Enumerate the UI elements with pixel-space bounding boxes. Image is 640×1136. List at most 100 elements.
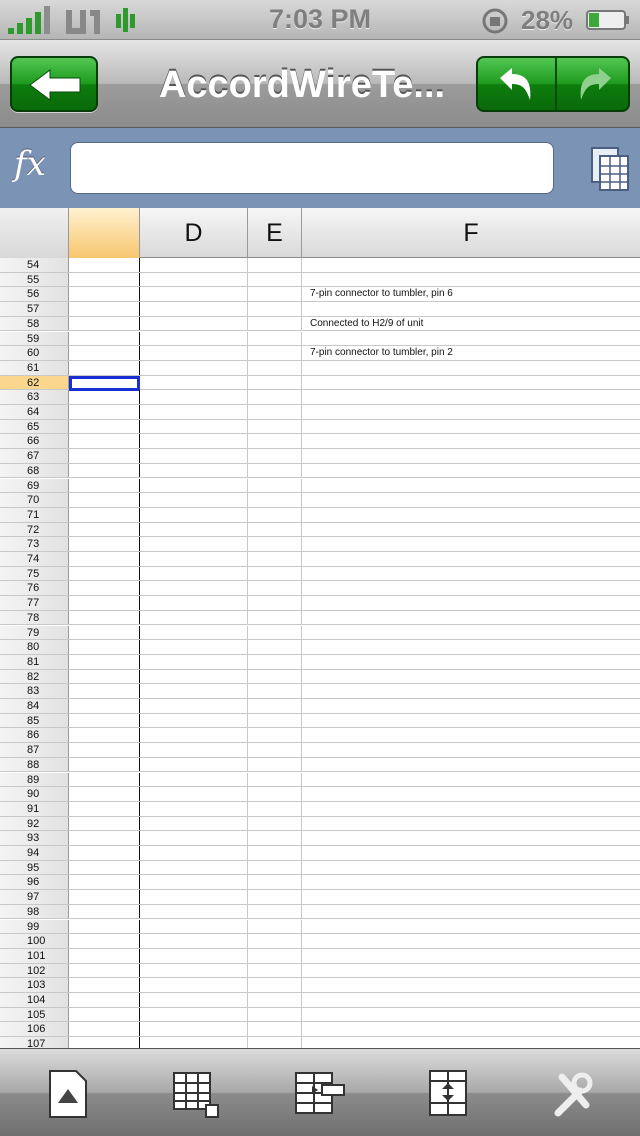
cell-f[interactable]: [302, 655, 640, 669]
cell-d[interactable]: [140, 787, 248, 801]
row-header[interactable]: 57: [0, 302, 69, 316]
cell-f[interactable]: [302, 993, 640, 1007]
cell-f[interactable]: [302, 537, 640, 551]
cell-c[interactable]: [69, 522, 140, 537]
cell-c[interactable]: [69, 405, 140, 419]
cell-f[interactable]: [302, 581, 640, 595]
cell-f[interactable]: [302, 684, 640, 698]
cell-d[interactable]: [140, 272, 248, 287]
cell-e[interactable]: [248, 346, 302, 360]
cell-f[interactable]: [302, 567, 640, 581]
cell-e[interactable]: [248, 272, 302, 287]
cell-f[interactable]: [302, 773, 640, 787]
cell-c[interactable]: [69, 846, 140, 860]
cell-d[interactable]: [140, 625, 248, 640]
cell-e[interactable]: [248, 493, 302, 507]
insert-row-icon[interactable]: [422, 1067, 478, 1121]
cell-f[interactable]: [302, 493, 640, 507]
cell-e[interactable]: [248, 522, 302, 537]
cell-e[interactable]: [248, 302, 302, 316]
row-header[interactable]: 105: [0, 1007, 69, 1022]
file-icon[interactable]: [40, 1067, 96, 1121]
row-header[interactable]: 88: [0, 757, 69, 772]
cell-d[interactable]: [140, 1007, 248, 1022]
cell-c[interactable]: [69, 699, 140, 713]
fx-icon[interactable]: fx: [14, 144, 46, 184]
cell-f[interactable]: [302, 861, 640, 875]
cell-e[interactable]: [248, 993, 302, 1007]
cell-f[interactable]: [302, 934, 640, 948]
cell-e[interactable]: [248, 743, 302, 757]
cell-e[interactable]: [248, 963, 302, 978]
row-header[interactable]: 82: [0, 669, 69, 684]
cell-e[interactable]: [248, 1037, 302, 1048]
cell-c[interactable]: [69, 801, 140, 816]
cell-d[interactable]: [140, 302, 248, 316]
cell-e[interactable]: [248, 934, 302, 948]
cell-f[interactable]: [302, 479, 640, 493]
cell-d[interactable]: [140, 640, 248, 654]
cell-f[interactable]: [302, 464, 640, 478]
cell-d[interactable]: [140, 816, 248, 831]
cell-f[interactable]: [302, 332, 640, 346]
cell-d[interactable]: [140, 537, 248, 551]
cell-e[interactable]: [248, 890, 302, 904]
cell-e[interactable]: [248, 948, 302, 963]
cell-c[interactable]: [69, 978, 140, 992]
column-header-c[interactable]: [69, 208, 140, 258]
cell-f[interactable]: [302, 420, 640, 434]
cell-d[interactable]: [140, 757, 248, 772]
cell-c[interactable]: [69, 596, 140, 610]
cell-f[interactable]: [302, 405, 640, 419]
cell-f[interactable]: [302, 552, 640, 566]
row-header[interactable]: 84: [0, 699, 69, 713]
cell-e[interactable]: [248, 1022, 302, 1037]
cell-d[interactable]: [140, 831, 248, 845]
cell-d[interactable]: [140, 346, 248, 360]
row-header[interactable]: 107: [0, 1037, 69, 1048]
cell-e[interactable]: [248, 596, 302, 610]
cell-c[interactable]: [69, 566, 140, 581]
cell-d[interactable]: [140, 581, 248, 596]
cell-f[interactable]: [302, 817, 640, 831]
cell-d[interactable]: [140, 978, 248, 992]
row-header[interactable]: 104: [0, 993, 69, 1007]
cell-e[interactable]: [248, 728, 302, 743]
cell-d[interactable]: [140, 772, 248, 787]
tools-icon[interactable]: [552, 1067, 632, 1121]
row-header[interactable]: 61: [0, 360, 69, 375]
cell-e[interactable]: [248, 434, 302, 449]
cell-d[interactable]: [140, 419, 248, 434]
cell-f[interactable]: [302, 626, 640, 640]
cell-c[interactable]: [69, 875, 140, 890]
row-header[interactable]: 83: [0, 684, 69, 698]
row-header[interactable]: 73: [0, 537, 69, 551]
cell-d[interactable]: [140, 405, 248, 419]
cell-d[interactable]: [140, 434, 248, 449]
cell-d[interactable]: [140, 566, 248, 581]
cell-e[interactable]: [248, 258, 302, 272]
cell-f[interactable]: [302, 302, 640, 316]
spreadsheet-grid[interactable]: 54 55 56 7-pin connector to tumbler, pin 65…: [0, 258, 640, 1048]
cell-f[interactable]: [302, 905, 640, 919]
cell-f[interactable]: [302, 449, 640, 463]
cell-f[interactable]: [302, 361, 640, 375]
cell-f[interactable]: [302, 846, 640, 860]
sheets-icon[interactable]: [590, 146, 630, 192]
cell-d[interactable]: [140, 801, 248, 816]
cell-c[interactable]: [69, 890, 140, 904]
cell-f[interactable]: [302, 376, 640, 390]
cell-c[interactable]: [69, 669, 140, 684]
cell-f[interactable]: [302, 611, 640, 625]
row-header[interactable]: 97: [0, 890, 69, 904]
row-header[interactable]: 81: [0, 654, 69, 669]
cell-f[interactable]: 7-pin connector to tumbler, pin 2: [302, 346, 640, 360]
cell-c[interactable]: [69, 302, 140, 316]
cell-e[interactable]: [248, 478, 302, 493]
cell-c[interactable]: [69, 478, 140, 493]
row-header[interactable]: 93: [0, 831, 69, 845]
cell-d[interactable]: [140, 478, 248, 493]
cell-d[interactable]: [140, 904, 248, 919]
cell-f[interactable]: [302, 758, 640, 772]
cell-e[interactable]: [248, 640, 302, 654]
